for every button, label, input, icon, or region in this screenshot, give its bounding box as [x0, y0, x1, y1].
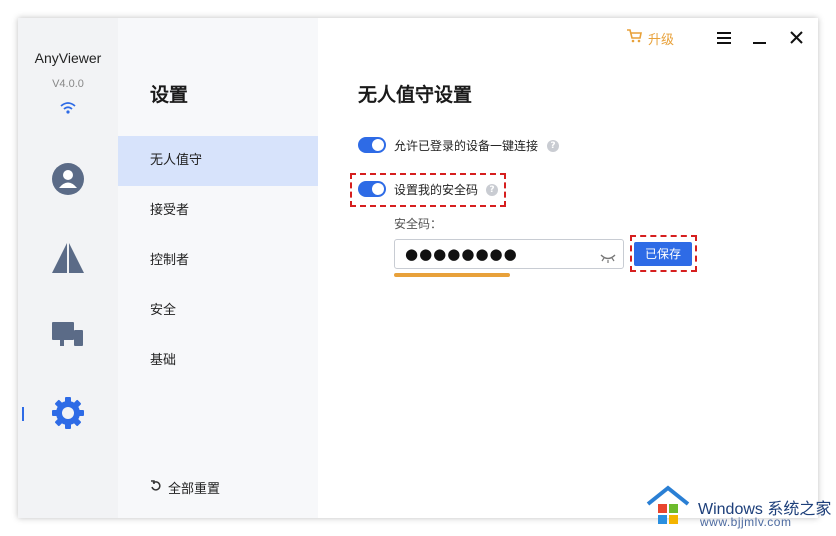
user-icon	[51, 162, 85, 200]
title-bar: 升级	[626, 18, 818, 58]
help-icon[interactable]: ?	[547, 140, 559, 152]
upgrade-label: 升级	[647, 32, 674, 48]
rail-settings-button[interactable]	[48, 395, 88, 435]
app-name: AnyViewer	[34, 50, 102, 66]
nav-item-security[interactable]: 安全	[118, 286, 318, 336]
nav-item-unattended[interactable]: 无人值守	[118, 136, 318, 186]
rail-devices-button[interactable]	[48, 318, 88, 358]
app-window: AnyViewer V4.0.0 设置 无人值守 接受者 控制者 安全 基础 全…	[18, 18, 818, 518]
menu-icon	[717, 29, 731, 48]
security-code-input[interactable]: ●●●●●●●●	[394, 239, 624, 269]
nav-item-controller[interactable]: 控制者	[118, 236, 318, 286]
close-icon	[789, 29, 803, 48]
close-button[interactable]	[778, 18, 814, 58]
icon-rail: AnyViewer V4.0.0	[18, 18, 118, 518]
gear-icon	[51, 396, 85, 434]
windows-logo-icon	[644, 484, 692, 534]
page-title: 无人值守设置	[358, 84, 473, 106]
help-icon[interactable]: ?	[486, 184, 498, 196]
minimize-button[interactable]	[742, 18, 778, 58]
watermark: Windows 系统之家 www.bjjmlv.com	[636, 478, 836, 536]
devices-icon	[52, 322, 84, 354]
one-click-connect-toggle[interactable]	[358, 137, 386, 153]
reset-icon	[150, 479, 162, 496]
rail-user-button[interactable]	[48, 161, 88, 201]
reset-all-button[interactable]: 全部重置	[150, 478, 220, 497]
nav-item-basic[interactable]: 基础	[118, 336, 318, 386]
eye-closed-icon[interactable]	[600, 248, 616, 267]
upgrade-button[interactable]: 升级	[626, 29, 674, 48]
settings-nav: 设置 无人值守 接受者 控制者 安全 基础 全部重置	[118, 18, 318, 518]
saved-button[interactable]: 已保存	[634, 242, 692, 266]
wifi-icon	[60, 100, 76, 119]
nav-title: 设置	[150, 84, 189, 106]
code-field-label: 安全码：	[394, 217, 443, 231]
password-strength-bar	[394, 273, 510, 277]
app-version: V4.0.0	[52, 78, 84, 90]
reset-label: 全部重置	[168, 482, 221, 497]
main-panel: 升级 无人值守设置 允许已登录的设备一键连接 ? 设置我的安全码 ? 安全码： …	[318, 18, 818, 518]
security-code-toggle[interactable]	[358, 181, 386, 197]
rail-connect-button[interactable]	[48, 240, 88, 280]
one-click-connect-label: 允许已登录的设备一键连接	[394, 139, 539, 153]
cart-icon	[626, 29, 642, 47]
nav-item-receiver[interactable]: 接受者	[118, 186, 318, 236]
connect-icon	[52, 243, 84, 277]
security-code-label: 设置我的安全码	[394, 183, 479, 197]
active-indicator	[22, 407, 24, 421]
minimize-icon	[753, 29, 767, 48]
watermark-url: www.bjjmlv.com	[700, 515, 792, 529]
menu-button[interactable]	[706, 18, 742, 58]
